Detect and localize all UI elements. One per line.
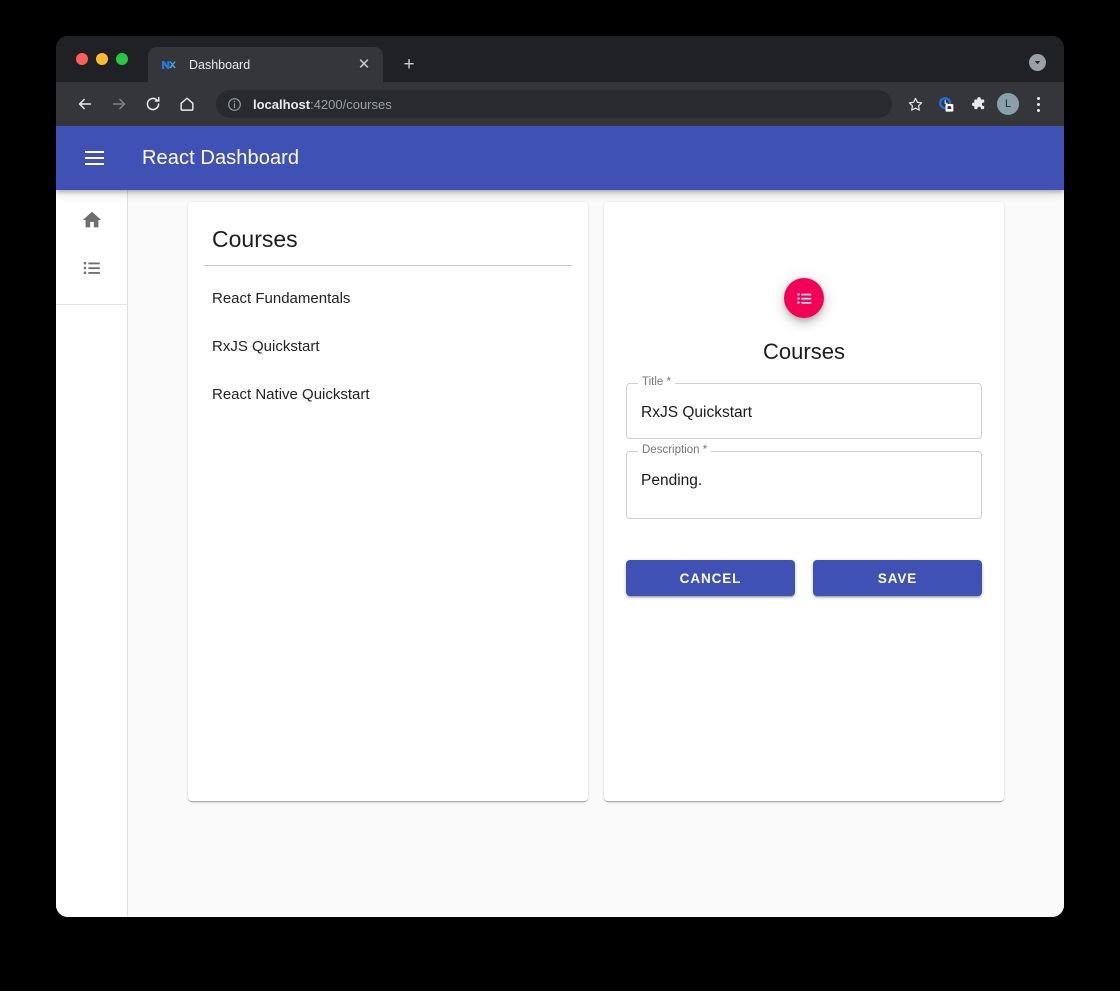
app-header: React Dashboard — [56, 126, 1064, 190]
info-circle-icon[interactable] — [227, 97, 242, 112]
kebab-menu-icon[interactable] — [1026, 90, 1050, 118]
bookmark-star-icon[interactable] — [901, 90, 929, 118]
hamburger-menu-icon[interactable] — [70, 134, 118, 182]
close-tab-button[interactable]: ✕ — [355, 56, 373, 74]
course-form: Title * RxJS Quickstart Description * Pe… — [620, 365, 988, 596]
sidebar-item-courses[interactable] — [56, 246, 127, 294]
form-actions: CANCEL SAVE — [626, 531, 982, 596]
forward-icon[interactable] — [104, 89, 134, 119]
address-bar-url: localhost:4200/courses — [253, 97, 392, 112]
window-traffic-lights — [76, 53, 128, 65]
title-input[interactable]: RxJS Quickstart — [627, 384, 981, 438]
new-tab-button[interactable]: + — [396, 51, 422, 77]
list-icon — [81, 257, 103, 284]
page-viewport: React Dashboard Courses React Fundamenta… — [56, 126, 1064, 917]
browser-window: Dashboard ✕ + localhost:4200/courses L R… — [56, 36, 1064, 917]
url-host: localhost — [253, 96, 311, 112]
course-form-card: Courses Title * RxJS Quickstart Descript… — [604, 202, 1004, 801]
list-item[interactable]: RxJS Quickstart — [204, 322, 572, 370]
browser-tab-strip: Dashboard ✕ + — [56, 36, 1064, 82]
history-clock-icon[interactable] — [932, 90, 960, 118]
sidebar-divider — [56, 304, 127, 305]
page-title: React Dashboard — [142, 146, 300, 169]
courses-list: React Fundamentals RxJS Quickstart React… — [204, 274, 572, 418]
description-field-wrapper: Description * Pending. — [626, 444, 982, 519]
description-field-outline[interactable]: Description * Pending. — [626, 444, 982, 519]
maximize-window-button[interactable] — [116, 53, 128, 65]
title-field-outline[interactable]: Title * RxJS Quickstart — [626, 376, 982, 439]
courses-list-card: Courses React Fundamentals RxJS Quicksta… — [188, 202, 588, 801]
browser-tab[interactable]: Dashboard ✕ — [148, 47, 383, 82]
app-body: Courses React Fundamentals RxJS Quicksta… — [56, 190, 1064, 917]
sidebar — [56, 190, 128, 917]
browser-toolbar: localhost:4200/courses L — [56, 82, 1064, 126]
close-window-button[interactable] — [76, 53, 88, 65]
home-icon — [81, 209, 103, 236]
form-title: Courses — [763, 339, 845, 364]
description-input[interactable]: Pending. — [627, 452, 981, 518]
profile-avatar[interactable]: L — [997, 93, 1019, 115]
minimize-window-button[interactable] — [96, 53, 108, 65]
main-content: Courses React Fundamentals RxJS Quicksta… — [128, 190, 1064, 917]
url-path: :4200/courses — [310, 96, 392, 112]
sidebar-item-home[interactable] — [56, 198, 127, 246]
save-button[interactable]: SAVE — [813, 560, 982, 596]
title-field-label: Title * — [638, 376, 675, 389]
description-field-label: Description * — [638, 444, 712, 457]
list-item[interactable]: React Fundamentals — [204, 274, 572, 322]
form-header: Courses — [620, 218, 988, 365]
courses-list-header: Courses — [204, 218, 572, 266]
form-avatar-list-icon — [784, 278, 824, 318]
reload-icon[interactable] — [138, 89, 168, 119]
address-bar[interactable]: localhost:4200/courses — [216, 90, 892, 118]
title-field-wrapper: Title * RxJS Quickstart — [626, 376, 982, 439]
home-icon[interactable] — [172, 89, 202, 119]
list-item[interactable]: React Native Quickstart — [204, 370, 572, 418]
back-icon[interactable] — [70, 89, 100, 119]
browser-tab-title: Dashboard — [189, 57, 251, 72]
cancel-button[interactable]: CANCEL — [626, 560, 795, 596]
nx-logo-icon — [161, 57, 177, 73]
chevron-down-icon[interactable] — [1029, 54, 1046, 71]
extensions-puzzle-icon[interactable] — [963, 90, 991, 118]
